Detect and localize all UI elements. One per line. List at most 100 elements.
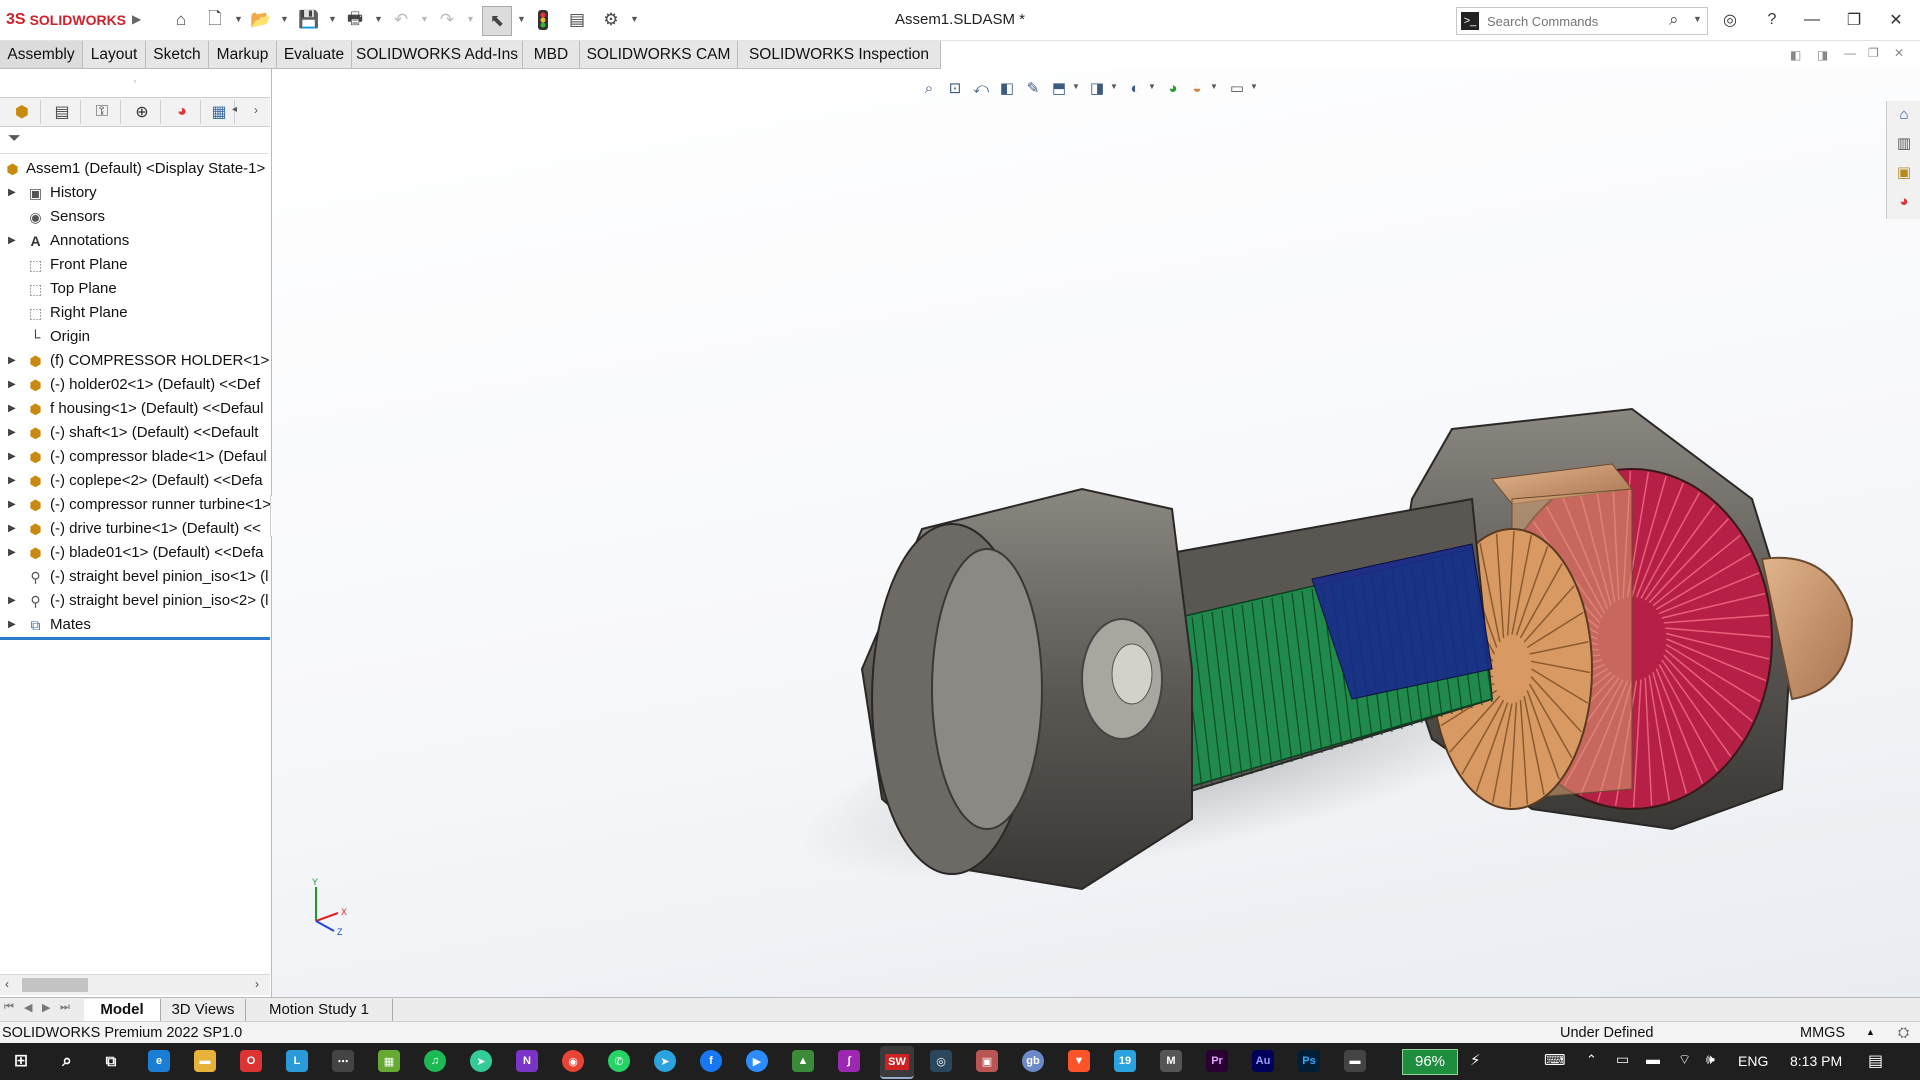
tree-item-component[interactable]: ▶ ⚲ (-) straight bevel pinion_iso<2> (l [0, 590, 270, 612]
tab-3d-views[interactable]: 3D Views [161, 999, 246, 1021]
next-tab-icon[interactable]: ▶ [42, 1001, 50, 1014]
premiere-pro-icon[interactable]: Pr [1206, 1050, 1228, 1072]
property-manager-tab-icon[interactable]: ▤ [44, 100, 81, 124]
units-dropdown-icon[interactable]: ▲ [1866, 1027, 1875, 1037]
feature-manager-tab-icon[interactable]: ⬢ [4, 100, 41, 124]
graphics-area[interactable]: ⌕ ⊡ ⤺ ◧ ✎ ⬒ ▼ ◨ ▼ ◐ ▼ ◕ ◒ ▼ ▭ ▼ Y X Z [272, 69, 1920, 997]
language-indicator[interactable]: ENG [1738, 1053, 1768, 1069]
tree-item-component[interactable]: ▶ ⬢ (-) drive turbine<1> (Default) << [0, 518, 270, 540]
tree-item-top-plane[interactable]: ⬚ Top Plane [0, 278, 270, 300]
expand-arrow-icon[interactable]: ▶ [8, 182, 16, 204]
volume-icon[interactable]: 🕪 [1706, 1051, 1715, 1068]
tree-item-mates[interactable]: ▶ ⧉ Mates [0, 614, 270, 636]
clock[interactable]: 8:13 PM [1790, 1053, 1842, 1069]
chrome-icon[interactable]: ◉ [562, 1050, 584, 1072]
tree-item-component[interactable]: ▶ ⬢ (-) compressor blade<1> (Defaul [0, 446, 270, 468]
restore-icon[interactable]: ❐ [1840, 8, 1868, 32]
tree-item-history[interactable]: ▶ ▣ History [0, 182, 270, 204]
tree-item-component[interactable]: ▶ ⬢ f housing<1> (Default) <<Defaul [0, 398, 270, 420]
view-orientation-icon[interactable]: ⬒ [1048, 77, 1070, 99]
scroll-right-icon[interactable]: › [255, 977, 259, 991]
display-style-icon[interactable]: ◨ [1086, 77, 1108, 99]
scene-dropdown-icon[interactable]: ▼ [1210, 82, 1218, 91]
file-explorer-taskbar-icon[interactable]: ▬ [194, 1050, 216, 1072]
tab-evaluate[interactable]: Evaluate [277, 41, 352, 69]
audition-icon[interactable]: Au [1252, 1050, 1274, 1072]
hide-show-items-icon[interactable]: ◐ [1124, 77, 1146, 99]
expand-arrow-icon[interactable]: ▶ [8, 374, 16, 396]
tab-sketch[interactable]: Sketch [146, 41, 209, 69]
solidworks-resources-icon[interactable]: ⌂ [1893, 103, 1915, 125]
jet-engine-model[interactable] [752, 369, 1912, 997]
tab-layout[interactable]: Layout [83, 41, 146, 69]
edge-browser-icon[interactable]: e [148, 1050, 170, 1072]
photoshop-icon[interactable]: Ps [1298, 1050, 1320, 1072]
section-view-icon[interactable]: ◧ [996, 77, 1018, 99]
filter-icon[interactable]: ⏷ [8, 130, 21, 148]
expand-arrow-icon[interactable]: ▶ [8, 230, 16, 252]
tab-assembly[interactable]: Assembly [0, 41, 83, 69]
first-tab-icon[interactable]: ⏮ [4, 1001, 14, 1014]
calendar-19-icon[interactable]: 19 [1114, 1050, 1136, 1072]
colorful-app-icon[interactable]: ▦ [378, 1050, 400, 1072]
zoom-icon[interactable]: ▶ [746, 1050, 768, 1072]
spotify-icon[interactable]: ♫ [424, 1050, 446, 1072]
brave-icon[interactable]: ▼ [1068, 1050, 1090, 1072]
search-dropdown-icon[interactable]: ▼ [1693, 14, 1702, 24]
display-manager-tab-icon[interactable]: ◕ [164, 100, 201, 124]
search-commands-box[interactable]: >_ ⌕ ▼ [1456, 7, 1708, 35]
steam-icon[interactable]: ◎ [930, 1050, 952, 1072]
image-viewer-icon[interactable]: ▣ [976, 1050, 998, 1072]
terminal-icon[interactable]: ▬ [1344, 1050, 1366, 1072]
tab-solidworks-inspection[interactable]: SOLIDWORKS Inspection [738, 41, 941, 69]
help-icon[interactable]: ? [1758, 8, 1786, 32]
dynamic-annotation-icon[interactable]: ✎ [1022, 77, 1044, 99]
tab-solidworks-cam[interactable]: SOLIDWORKS CAM [580, 41, 738, 69]
unit-system[interactable]: MMGS [1800, 1025, 1845, 1041]
configuration-manager-tab-icon[interactable]: ⚿ [84, 100, 121, 124]
expand-arrow-icon[interactable]: ▶ [8, 518, 16, 540]
minimize-icon[interactable]: — [1798, 8, 1826, 32]
tab-model[interactable]: Model [84, 999, 161, 1021]
tree-item-origin[interactable]: └ Origin [0, 326, 270, 348]
expand-arrow-icon[interactable]: ▶ [8, 614, 16, 636]
task-view-icon[interactable]: ⧉ [100, 1050, 122, 1072]
tabs-scroll-right-icon[interactable]: › [254, 103, 258, 117]
tree-item-component[interactable]: ▶ ⬢ (f) COMPRESSOR HOLDER<1> (D [0, 350, 270, 372]
show-hidden-icons-icon[interactable]: ⌃ [1586, 1052, 1597, 1068]
telegram-icon[interactable]: ➤ [654, 1050, 676, 1072]
device-icon[interactable]: ▭ [1616, 1051, 1629, 1068]
view-orientation-dropdown-icon[interactable]: ▼ [1072, 82, 1080, 91]
doc-close-icon[interactable]: ✕ [1894, 46, 1904, 60]
file-explorer-icon[interactable]: ▣ [1893, 161, 1915, 183]
search-icon[interactable]: ⌕ [1669, 10, 1679, 30]
account-icon[interactable]: ◎ [1716, 8, 1744, 32]
expand-arrow-icon[interactable]: ▶ [8, 494, 16, 516]
display-style-dropdown-icon[interactable]: ▼ [1110, 82, 1118, 91]
tree-item-component[interactable]: ▶ ⬢ (-) holder02<1> (Default) <<Def [0, 374, 270, 396]
tab-motion-study[interactable]: Motion Study 1 [246, 999, 393, 1021]
view-settings-dropdown-icon[interactable]: ▼ [1250, 82, 1258, 91]
appearances-icon[interactable]: ◕ [1893, 190, 1915, 212]
app-gb-icon[interactable]: gb [1022, 1050, 1044, 1072]
prev-tab-icon[interactable]: ◀ [24, 1001, 32, 1014]
tree-item-annotations[interactable]: ▶ A Annotations [0, 230, 270, 252]
messaging-icon[interactable]: ➤ [470, 1050, 492, 1072]
zoom-to-area-icon[interactable]: ⊡ [944, 77, 966, 99]
tree-item-component[interactable]: ▶ ⬢ (-) blade01<1> (Default) <<Defa [0, 542, 270, 564]
previous-view-icon[interactable]: ⤺ [970, 77, 992, 99]
scroll-left-icon[interactable]: ‹ [5, 977, 9, 991]
battery-icon[interactable]: ▬ [1646, 1051, 1660, 1067]
expand-arrow-icon[interactable]: ▶ [8, 590, 16, 612]
tab-solidworks-addins[interactable]: SOLIDWORKS Add-Ins [352, 41, 523, 69]
rebuild-status-icon[interactable]: ⛭ [1898, 1024, 1909, 1041]
tree-item-sensors[interactable]: ◉ Sensors [0, 206, 270, 228]
tree-item-component[interactable]: ⚲ (-) straight bevel pinion_iso<1> (l [0, 566, 270, 588]
expand-arrow-icon[interactable]: ▶ [8, 470, 16, 492]
m-app-icon[interactable]: M [1160, 1050, 1182, 1072]
expand-arrow-icon[interactable]: ▶ [8, 350, 16, 372]
solidworks-taskbar-icon[interactable]: SW [880, 1046, 914, 1079]
tabs-scroll-left-icon[interactable]: ◂ [232, 104, 237, 115]
notifications-icon[interactable]: ▤ [1868, 1051, 1883, 1071]
photos-icon[interactable]: ▲ [792, 1050, 814, 1072]
